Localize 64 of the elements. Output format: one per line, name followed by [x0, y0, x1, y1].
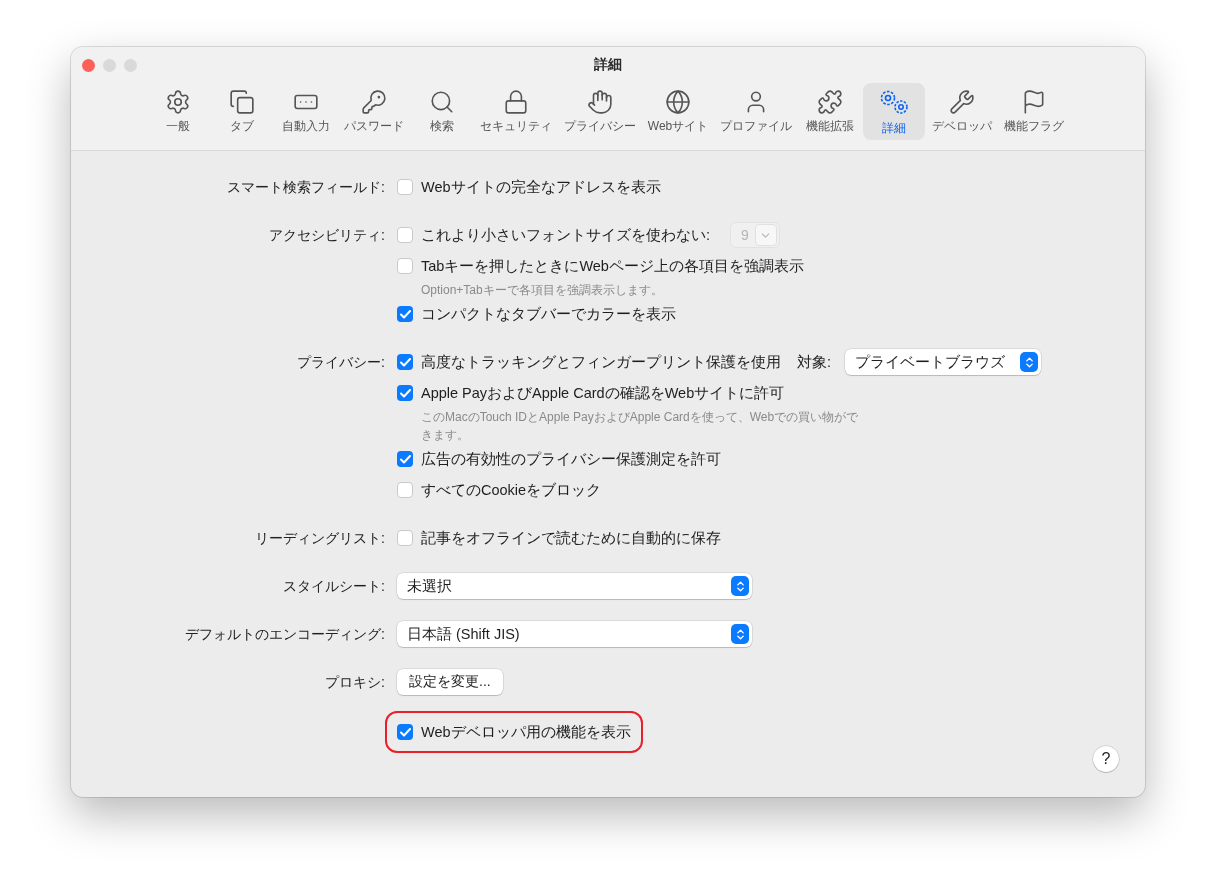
- section-label: プロキシ:: [325, 673, 385, 692]
- toolbar-tab[interactable]: 詳細: [863, 83, 926, 140]
- checkbox-label: これより小さいフォントサイズを使わない:: [421, 225, 711, 245]
- checkbox-label: コンパクトなタブバーでカラーを表示: [421, 304, 676, 324]
- section-label: リーディングリスト:: [255, 529, 385, 548]
- change-settings-button[interactable]: 設定を変更...: [397, 669, 503, 695]
- wrench-icon: [949, 89, 976, 115]
- updown-chevron-icon: [731, 576, 749, 596]
- checkbox[interactable]: [397, 482, 413, 498]
- section-label: スタイルシート:: [283, 577, 385, 596]
- toolbar-tab[interactable]: Webサイト: [642, 83, 714, 140]
- key-icon: [360, 89, 387, 115]
- hint-text: このMacのTouch IDとApple PayおよびApple Cardを使って、Webでの買い物ができます。: [420, 409, 860, 444]
- popup-button[interactable]: プライベートブラウズ: [845, 349, 1042, 375]
- checkbox-label: Tabキーを押したときにWebページ上の各項目を強調表示: [421, 256, 804, 276]
- minimize-button[interactable]: [103, 59, 116, 72]
- section-label: デフォルトのエンコーディング:: [185, 625, 385, 644]
- toolbar-tab[interactable]: プロファイル: [715, 83, 798, 140]
- toolbar-tab[interactable]: デベロッパ: [927, 83, 998, 140]
- updown-chevron-icon: [731, 624, 749, 644]
- checkbox[interactable]: [397, 385, 413, 401]
- globe-icon: [665, 89, 691, 115]
- section-label: プライバシー:: [297, 353, 385, 372]
- puzzle-icon: [817, 89, 844, 115]
- toolbar-tab[interactable]: 機能拡張: [799, 83, 862, 140]
- section-label: アクセシビリティ:: [269, 226, 385, 245]
- help-button[interactable]: ?: [1093, 746, 1119, 772]
- popup-button[interactable]: 日本語 (Shift JIS): [397, 621, 752, 647]
- toolbar-tab[interactable]: 一般: [146, 83, 209, 140]
- target-label: 対象:: [797, 352, 832, 372]
- checkbox[interactable]: [397, 306, 413, 322]
- lock-icon: [502, 89, 529, 115]
- popup-button[interactable]: 未選択: [397, 573, 752, 599]
- checkbox[interactable]: [397, 227, 413, 243]
- gear-icon: [164, 89, 191, 115]
- section-label: スマート検索フィールド:: [227, 178, 385, 197]
- checkbox-label: 高度なトラッキングとフィンガープリント保護を使用: [421, 352, 781, 372]
- toolbar-tab[interactable]: パスワード: [338, 83, 409, 140]
- toolbar-tab[interactable]: 自動入力: [274, 83, 337, 140]
- checkbox-label: 広告の有効性のプライバシー保護測定を許可: [421, 449, 721, 469]
- checkbox[interactable]: [397, 179, 413, 195]
- hand-icon: [586, 89, 613, 115]
- checkbox[interactable]: [397, 530, 413, 546]
- checkbox[interactable]: [397, 354, 413, 370]
- toolbar-tab[interactable]: セキュリティ: [474, 83, 557, 140]
- checkbox-label: Apple PayおよびApple Cardの確認をWebサイトに許可: [421, 383, 785, 403]
- checkbox-label: Webデベロッパ用の機能を表示: [421, 722, 631, 742]
- zoom-button[interactable]: [124, 59, 137, 72]
- updown-chevron-icon: [1020, 352, 1039, 372]
- checkbox-label: Webサイトの完全なアドレスを表示: [421, 177, 661, 197]
- toolbar-tab[interactable]: タブ: [210, 83, 273, 140]
- close-button[interactable]: [82, 59, 95, 72]
- chevron-down-icon: [754, 224, 777, 246]
- hint-text: Option+Tabキーで各項目を強調表示します。: [420, 282, 664, 299]
- toolbar-tab[interactable]: プライバシー: [558, 83, 641, 140]
- overlapping-squares-icon: [228, 89, 255, 115]
- toolbar-tab[interactable]: 検索: [410, 83, 473, 140]
- checkbox-label: すべてのCookieをブロック: [421, 480, 602, 500]
- window-title: 詳細: [594, 56, 622, 74]
- checkbox[interactable]: [397, 258, 413, 274]
- checkbox-label: 記事をオフラインで読むために自動的に保存: [421, 528, 721, 548]
- checkbox[interactable]: [397, 724, 413, 740]
- toolbar-tab[interactable]: 機能フラグ: [999, 83, 1070, 140]
- checkbox[interactable]: [397, 451, 413, 467]
